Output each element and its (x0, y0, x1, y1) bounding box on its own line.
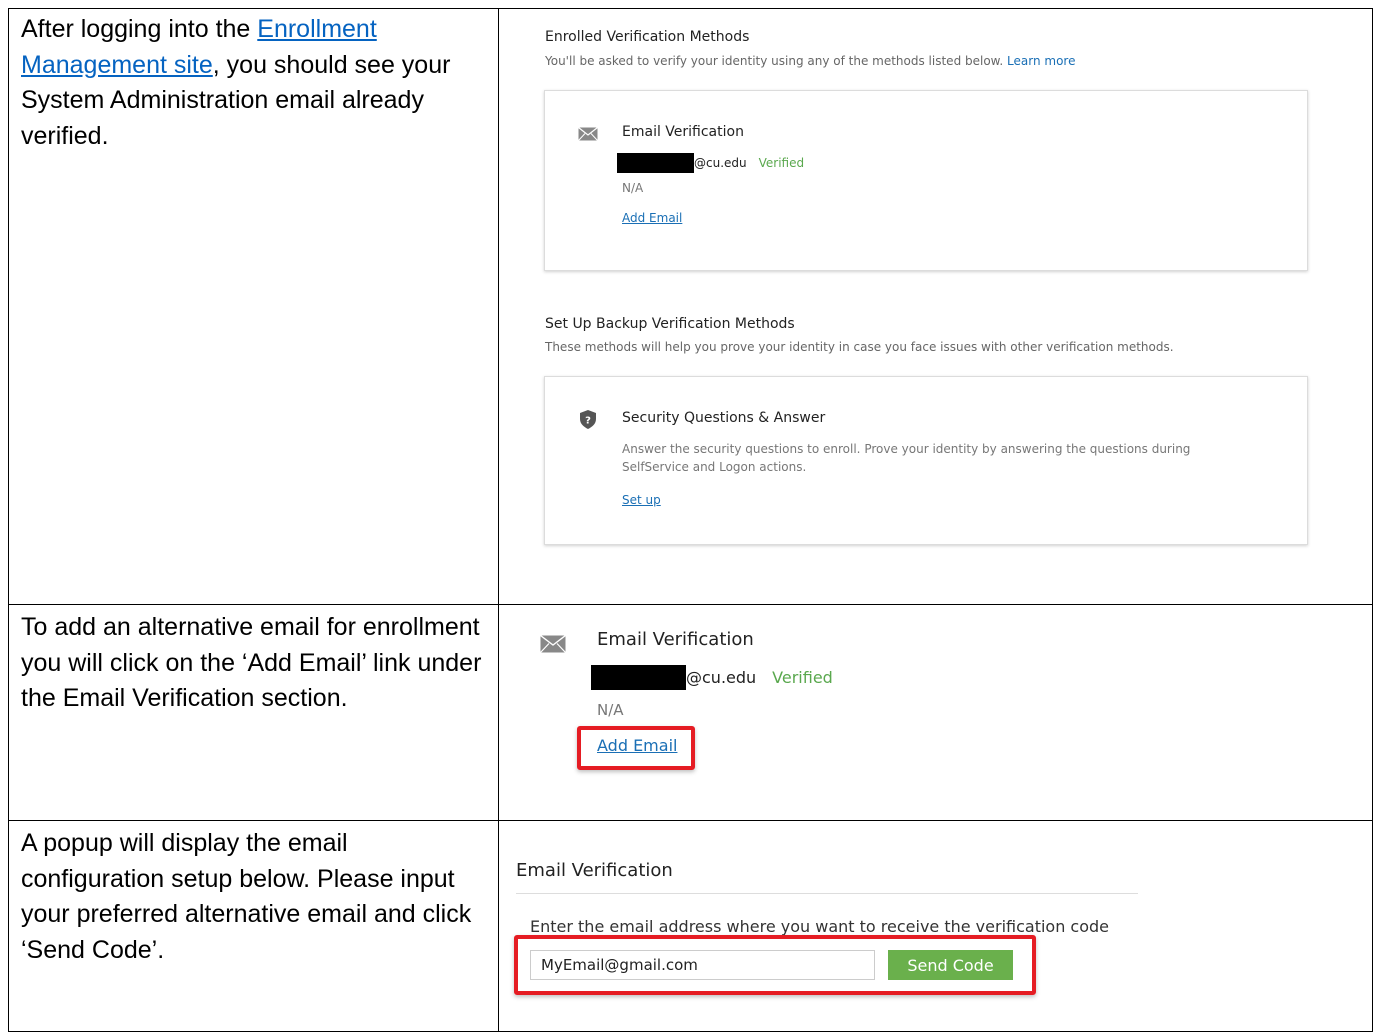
instruction-text-before: After logging into the (21, 15, 258, 43)
alternative-email-input[interactable] (530, 950, 875, 980)
backup-methods-subtitle: These methods will help you prove your i… (545, 340, 1174, 354)
email-method-title: Email Verification (597, 629, 754, 650)
verified-email: @cu.edu Verified (591, 665, 833, 690)
email-method-card: Email Verification @cu.edu Verified N/A … (544, 90, 1308, 271)
security-method-title: Security Questions & Answer (622, 410, 826, 426)
enrolled-subtitle-text: You'll be asked to verify your identity … (545, 54, 1004, 68)
envelope-icon (540, 635, 566, 653)
popup-divider (516, 893, 1138, 894)
instruction-text: To add an alternative email for enrollme… (21, 613, 482, 712)
table-row: To add an alternative email for enrollme… (8, 604, 1373, 821)
verified-status: Verified (758, 156, 805, 170)
secondary-email-na: N/A (597, 701, 624, 719)
popup-prompt: Enter the email address where you want t… (530, 917, 1110, 936)
add-email-link[interactable]: Add Email (622, 211, 682, 225)
verified-status: Verified (772, 668, 833, 687)
instruction-text: After logging into the Enrollment Manage… (9, 9, 498, 154)
send-code-button[interactable]: Send Code (888, 950, 1013, 980)
table-row: A popup will display the email configura… (8, 820, 1373, 1032)
instruction-table: After logging into the Enrollment Manage… (8, 8, 1373, 1032)
security-method-desc-1: Answer the security questions to enroll.… (622, 442, 1191, 456)
table-row: After logging into the Enrollment Manage… (8, 8, 1373, 605)
enrolled-methods-subtitle: You'll be asked to verify your identity … (545, 54, 1075, 68)
popup-title: Email Verification (516, 860, 673, 881)
instruction-cell: To add an alternative email for enrollme… (8, 604, 499, 821)
email-zoom-screenshot: Email Verification @cu.edu Verified N/A … (499, 605, 1372, 820)
enrolled-methods-title: Enrolled Verification Methods (545, 29, 750, 45)
redacted-username (617, 153, 694, 173)
secondary-email-na: N/A (622, 181, 644, 195)
verified-email: @cu.edu Verified (617, 153, 804, 173)
email-domain: @cu.edu (686, 668, 757, 687)
screenshot-cell: Enrolled Verification Methods You'll be … (498, 8, 1373, 605)
email-domain: @cu.edu (694, 156, 747, 170)
instruction-text: A popup will display the email configura… (21, 829, 472, 964)
security-method-card: ? Security Questions & Answer Answer the… (544, 376, 1308, 545)
screenshot-cell: Email Verification @cu.edu Verified N/A … (498, 604, 1373, 821)
email-popup-screenshot: Email Verification Enter the email addre… (499, 821, 1372, 1031)
learn-more-link[interactable]: Learn more (1007, 54, 1075, 68)
email-method-title: Email Verification (622, 124, 744, 140)
instruction-cell: A popup will display the email configura… (8, 820, 499, 1032)
screenshot-cell: Email Verification Enter the email addre… (498, 820, 1373, 1032)
backup-methods-title: Set Up Backup Verification Methods (545, 316, 795, 332)
svg-text:?: ? (585, 416, 591, 427)
envelope-icon (578, 127, 598, 141)
add-email-link[interactable]: Add Email (597, 736, 677, 755)
setup-link[interactable]: Set up (622, 493, 661, 507)
shield-question-icon: ? (580, 410, 596, 429)
enrollment-screenshot: Enrolled Verification Methods You'll be … (499, 9, 1372, 604)
instruction-cell: After logging into the Enrollment Manage… (8, 8, 499, 605)
redacted-username (591, 665, 686, 690)
security-method-desc-2: SelfService and Logon actions. (622, 460, 807, 474)
